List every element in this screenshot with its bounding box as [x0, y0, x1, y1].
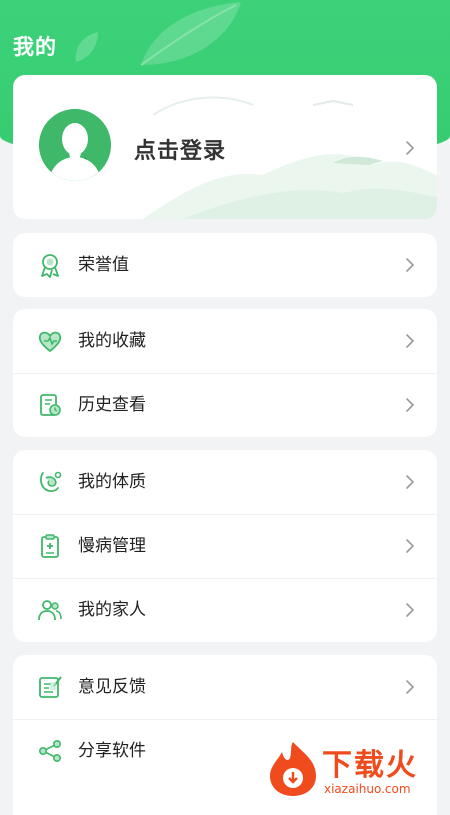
history-icon — [40, 394, 61, 416]
clipboard-icon — [41, 534, 59, 558]
flame-logo-icon — [270, 742, 316, 796]
menu-item-label: 我的体质 — [78, 472, 146, 492]
menu-item-label: 慢病管理 — [78, 536, 146, 556]
feedback-icon — [39, 676, 62, 698]
menu-group-honor: 荣誉值 — [13, 233, 437, 297]
chevron-right-icon — [406, 539, 415, 553]
menu-item-favorites[interactable]: 我的收藏 — [13, 309, 437, 373]
small-leaf-icon — [75, 32, 98, 62]
menu-item-feedback[interactable]: 意见反馈 — [13, 655, 437, 719]
page-title: 我的 — [13, 35, 57, 59]
chevron-right-icon — [406, 398, 415, 412]
menu-group-health: 我的体质 慢病管理 我的家人 — [13, 450, 437, 642]
heart-icon — [38, 331, 62, 352]
watermark-brand: 下载火 — [322, 748, 418, 783]
chevron-right-icon — [406, 603, 415, 617]
watermark-domain: xiazaihuo.com — [324, 782, 411, 796]
chevron-right-icon — [406, 141, 415, 155]
menu-item-family[interactable]: 我的家人 — [13, 578, 437, 642]
watermark-logo: 下载火 xiazaihuo.com — [262, 738, 450, 800]
menu-item-honor[interactable]: 荣誉值 — [13, 233, 437, 297]
menu-item-label: 荣誉值 — [78, 255, 129, 275]
share-icon — [38, 739, 61, 762]
chevron-right-icon — [406, 680, 415, 694]
body-icon — [40, 471, 62, 493]
menu-item-label: 分享软件 — [78, 741, 146, 761]
login-button[interactable]: 点击登录 — [134, 133, 226, 165]
chevron-right-icon — [406, 334, 415, 348]
leaf-decoration-icon — [140, 2, 241, 66]
chevron-right-icon — [406, 258, 415, 272]
menu-item-label: 我的收藏 — [78, 331, 146, 351]
medal-icon — [41, 254, 59, 278]
family-icon — [38, 600, 62, 621]
chevron-right-icon — [406, 475, 415, 489]
menu-item-constitution[interactable]: 我的体质 — [13, 450, 437, 514]
user-silhouette-icon — [39, 109, 111, 181]
menu-item-label: 意见反馈 — [78, 677, 146, 697]
menu-item-label: 我的家人 — [78, 600, 146, 620]
avatar[interactable] — [39, 109, 111, 181]
menu-item-history[interactable]: 历史查看 — [13, 373, 437, 437]
menu-item-chronic-disease[interactable]: 慢病管理 — [13, 514, 437, 578]
profile-card[interactable]: 点击登录 — [13, 75, 437, 219]
menu-item-label: 历史查看 — [78, 395, 146, 415]
menu-group-collections: 我的收藏 历史查看 — [13, 309, 437, 437]
